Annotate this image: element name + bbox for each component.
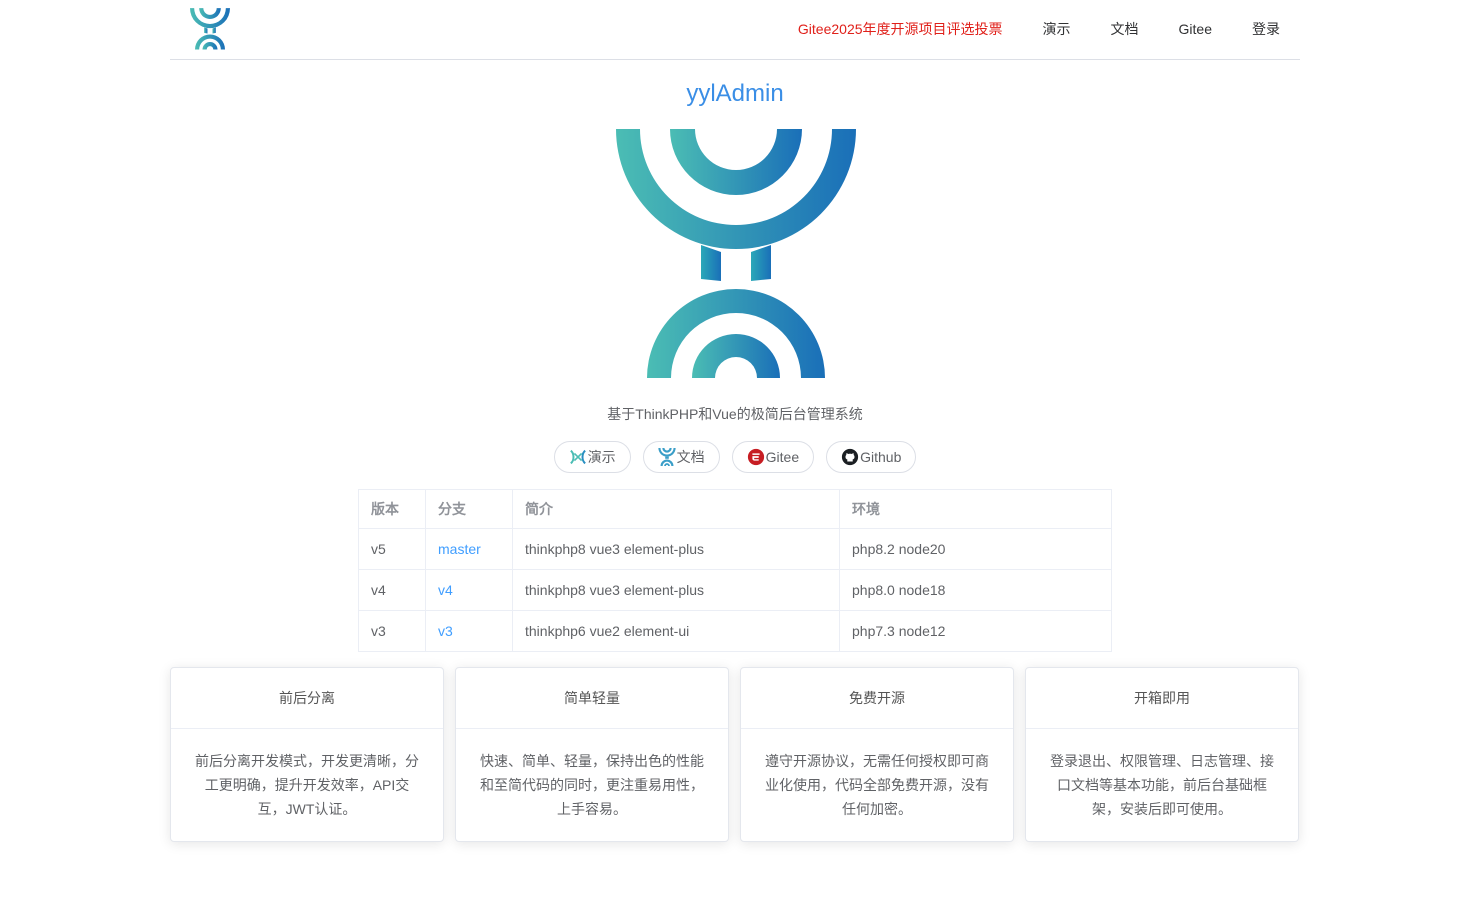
table-header-row: 版本 分支 简介 环境	[358, 489, 1112, 529]
column-header-branch: 分支	[425, 489, 513, 529]
env-cell: php8.0 node18	[839, 569, 1112, 611]
nav-login-link[interactable]: 登录	[1232, 0, 1300, 59]
nav-demo-link[interactable]: 演示	[1023, 0, 1091, 59]
intro-cell: thinkphp8 vue3 element-plus	[512, 528, 840, 570]
feature-cards: 前后分离 前后分离开发模式，开发更清晰，分工更明确，提升开发效率，API交互，J…	[170, 667, 1300, 842]
nav-vote-link[interactable]: Gitee2025年度开源项目评选投票	[778, 0, 1023, 59]
feature-card: 免费开源 遵守开源协议，无需任何授权即可商业化使用，代码全部免费开源，没有任何加…	[740, 667, 1014, 842]
yyl-logo-icon	[658, 448, 676, 466]
feature-card: 简单轻量 快速、简单、轻量，保持出色的性能和至简代码的同时，更注重易用性，上手容…	[455, 667, 729, 842]
feature-card-body: 遵守开源协议，无需任何授权即可商业化使用，代码全部免费开源，没有任何加密。	[765, 753, 989, 817]
top-header: Gitee2025年度开源项目评选投票 演示 文档 Gitee 登录	[170, 0, 1300, 60]
docs-button-label: 文档	[676, 449, 705, 465]
feature-card: 开箱即用 登录退出、权限管理、日志管理、接口文档等基本功能，前后台基础框架，安装…	[1025, 667, 1299, 842]
yyl-big-logo-icon	[616, 129, 856, 378]
column-header-intro: 简介	[512, 489, 840, 529]
demo-icon	[569, 449, 586, 465]
table-row: v3 v3 thinkphp6 vue2 element-ui php7.3 n…	[358, 610, 1112, 652]
feature-card-title: 免费开源	[741, 668, 1013, 729]
env-cell: php8.2 node20	[839, 528, 1112, 570]
intro-cell: thinkphp8 vue3 element-plus	[512, 569, 840, 611]
version-cell: v5	[358, 528, 426, 570]
demo-button[interactable]: 演示	[553, 441, 631, 473]
version-cell: v4	[358, 569, 426, 611]
table-row: v4 v4 thinkphp8 vue3 element-plus php8.0…	[358, 569, 1112, 611]
feature-card-title: 前后分离	[171, 668, 443, 729]
gitee-button[interactable]: Gitee	[731, 441, 815, 473]
version-cell: v3	[358, 610, 426, 652]
feature-card: 前后分离 前后分离开发模式，开发更清晰，分工更明确，提升开发效率，API交互，J…	[170, 667, 444, 842]
table-row: v5 master thinkphp8 vue3 element-plus ph…	[358, 528, 1112, 570]
page-title: yylAdmin	[686, 80, 784, 107]
link-buttons: 演示 文档 Gitee Github	[0, 441, 1470, 473]
feature-card-body: 前后分离开发模式，开发更清晰，分工更明确，提升开发效率，API交互，JWT认证。	[195, 753, 419, 817]
github-button-label: Github	[860, 449, 902, 465]
github-icon	[842, 448, 859, 466]
page-subtitle: 基于ThinkPHP和Vue的极简后台管理系统	[607, 406, 863, 422]
branch-link[interactable]: master	[425, 528, 513, 570]
branch-link[interactable]: v4	[425, 569, 513, 611]
feature-card-title: 简单轻量	[456, 668, 728, 729]
feature-card-body: 快速、简单、轻量，保持出色的性能和至简代码的同时，更注重易用性，上手容易。	[480, 753, 704, 817]
top-nav: Gitee2025年度开源项目评选投票 演示 文档 Gitee 登录	[778, 0, 1300, 59]
versions-table: 版本 分支 简介 环境 v5 master thinkphp8 vue3 ele…	[358, 489, 1112, 652]
feature-card-title: 开箱即用	[1026, 668, 1298, 729]
feature-card-body: 登录退出、权限管理、日志管理、接口文档等基本功能，前后台基础框架，安装后即可使用…	[1050, 753, 1274, 817]
intro-cell: thinkphp6 vue2 element-ui	[512, 610, 840, 652]
env-cell: php7.3 node12	[839, 610, 1112, 652]
branch-link[interactable]: v3	[425, 610, 513, 652]
column-header-env: 环境	[839, 489, 1112, 529]
docs-button[interactable]: 文档	[642, 441, 720, 473]
nav-gitee-link[interactable]: Gitee	[1159, 0, 1232, 59]
column-header-version: 版本	[358, 489, 426, 529]
github-button[interactable]: Github	[826, 441, 917, 473]
gitee-icon	[747, 448, 764, 466]
demo-button-label: 演示	[587, 449, 616, 465]
gitee-button-label: Gitee	[765, 449, 800, 465]
nav-docs-link[interactable]: 文档	[1091, 0, 1159, 59]
yyl-logo-icon[interactable]	[190, 8, 230, 50]
